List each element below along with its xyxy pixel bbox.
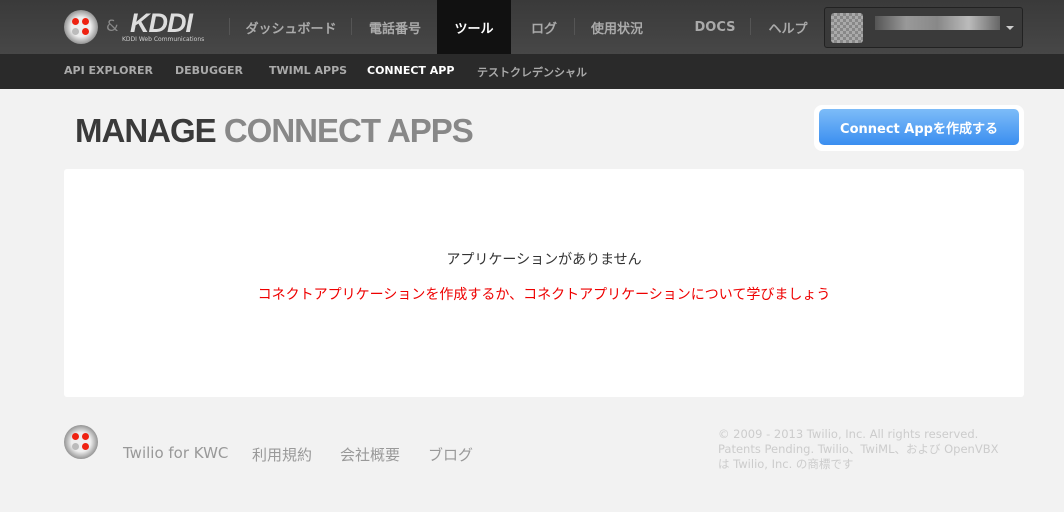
footer-link-company[interactable]: 会社概要 <box>340 444 400 465</box>
amp: & <box>106 16 119 35</box>
kddi-logo: KDDI <box>130 8 193 38</box>
subnav-test-credentials[interactable]: テストクレデンシャル <box>477 64 587 80</box>
subnav-twiml-apps[interactable]: TWIML APPS <box>269 64 347 77</box>
account-menu[interactable] <box>824 7 1023 48</box>
create-button-wrap: Connect Appを作成する <box>814 105 1024 151</box>
kddi-subtitle: KDDI Web Communications <box>122 36 205 43</box>
twilio-logo[interactable] <box>64 10 98 44</box>
link-separator: か、 <box>495 287 524 303</box>
subnav-debugger[interactable]: DEBUGGER <box>175 64 243 77</box>
account-name-redacted <box>875 16 1000 30</box>
learn-link[interactable]: コネクトアプリケーションについて学びましょう <box>523 287 830 303</box>
nav-phone-numbers[interactable]: 電話番号 <box>355 0 435 54</box>
top-nav: & KDDI KDDI Web Communications ダッシュボード 電… <box>0 0 1064 54</box>
create-link[interactable]: コネクトアプリケーションを作成する <box>258 287 496 303</box>
footer-link-blog[interactable]: ブログ <box>428 444 473 465</box>
footer-link-terms[interactable]: 利用規約 <box>252 444 312 465</box>
nav-tools[interactable]: ツール <box>437 0 511 54</box>
nav-logs[interactable]: ログ <box>515 0 573 54</box>
subnav-connect-app[interactable]: CONNECT APP <box>367 64 454 77</box>
page-title: MANAGE CONNECT APPS <box>75 112 474 149</box>
apps-panel: アプリケーションがありません コネクトアプリケーションを作成するか、コネクトアプ… <box>64 169 1024 397</box>
help-links: コネクトアプリケーションを作成するか、コネクトアプリケーションについて学びましょ… <box>64 284 1024 304</box>
chevron-down-icon <box>1006 26 1014 34</box>
footer-logo <box>64 425 98 459</box>
create-connect-app-button[interactable]: Connect Appを作成する <box>819 109 1019 145</box>
empty-message: アプリケーションがありません <box>446 252 642 268</box>
nav-usage[interactable]: 使用状況 <box>580 0 654 54</box>
nav-dashboard[interactable]: ダッシュボード <box>235 0 347 54</box>
copyright: © 2009 - 2013 Twilio, Inc. All rights re… <box>718 427 999 471</box>
nav-help[interactable]: ヘルプ <box>756 0 820 54</box>
footer-link-twilio-kwc[interactable]: Twilio for KWC <box>123 444 228 462</box>
nav-docs[interactable]: DOCS <box>688 0 742 54</box>
subnav-api-explorer[interactable]: API EXPLORER <box>64 64 153 77</box>
avatar <box>831 13 863 43</box>
